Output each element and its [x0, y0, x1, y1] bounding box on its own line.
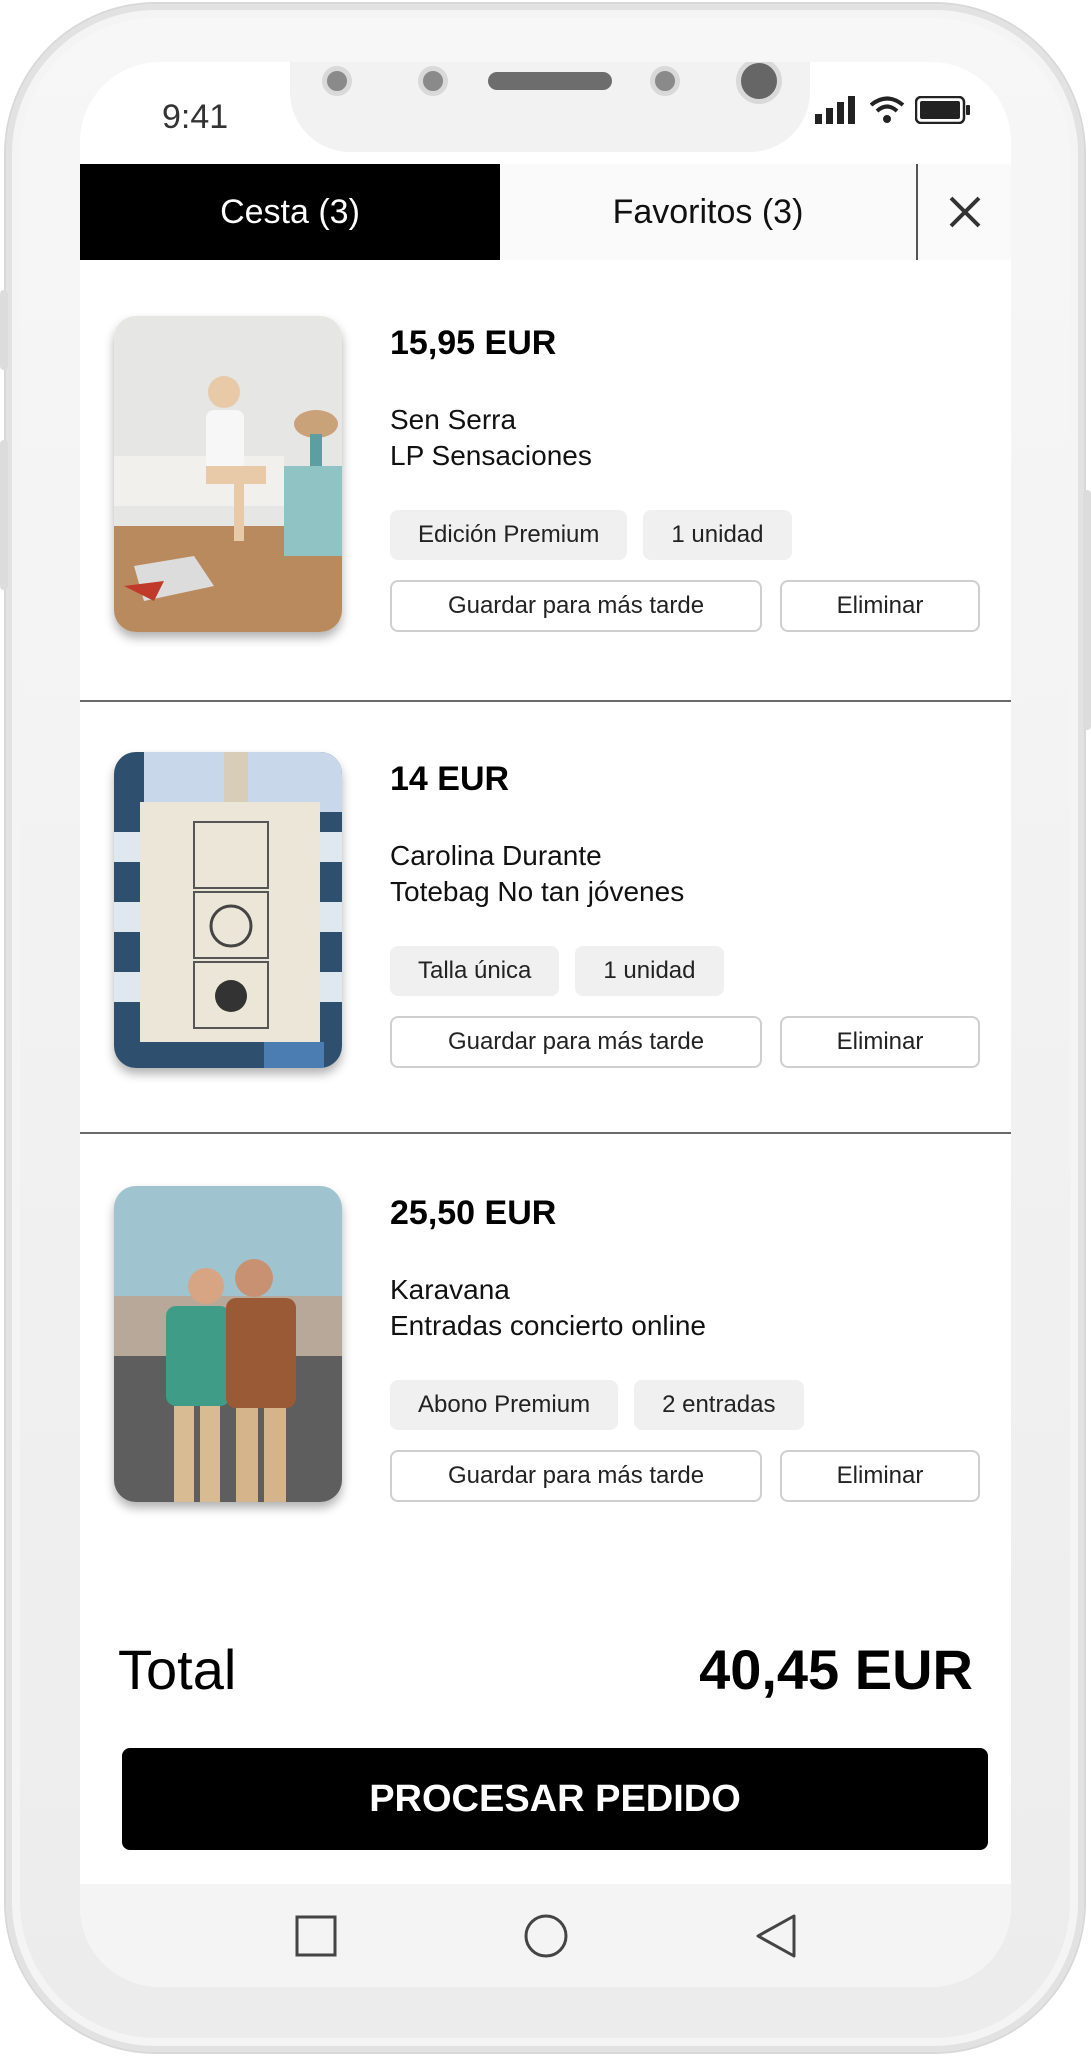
sensor-icon [650, 66, 680, 96]
save-for-later-button[interactable]: Guardar para más tarde [390, 580, 762, 632]
status-time: 9:41 [162, 98, 229, 136]
item-options: Talla única 1 unidad [390, 946, 724, 996]
side-button [0, 290, 8, 370]
tab-cart[interactable]: Cesta (3) [80, 164, 500, 260]
item-price: 25,50 EUR [390, 1194, 557, 1232]
save-for-later-button[interactable]: Guardar para más tarde [390, 1450, 762, 1502]
product-image [114, 752, 342, 1068]
divider [80, 700, 1011, 702]
side-button [1083, 490, 1091, 730]
save-for-later-button[interactable]: Guardar para más tarde [390, 1016, 762, 1068]
product-image [114, 1186, 342, 1502]
circle-icon[interactable] [516, 1906, 576, 1966]
speaker-grille [488, 72, 612, 90]
sensor-icon [322, 66, 352, 96]
delete-button[interactable]: Eliminar [780, 580, 980, 632]
item-price: 14 EUR [390, 760, 510, 798]
close-icon [949, 196, 980, 228]
item-actions: Guardar para más tarde Eliminar [390, 580, 980, 632]
product-image [114, 316, 342, 632]
checkout-button[interactable]: PROCESAR PEDIDO [122, 1748, 988, 1850]
item-actions: Guardar para más tarde Eliminar [390, 1016, 980, 1068]
item-artist: Carolina Durante [390, 840, 602, 871]
variant-chip[interactable]: Abono Premium [390, 1380, 619, 1430]
triangle-back-icon[interactable] [746, 1906, 806, 1966]
variant-chip[interactable]: Talla única [390, 946, 560, 996]
total-value: 40,45 EUR [699, 1638, 973, 1701]
item-product: Totebag No tan jóvenes [390, 876, 685, 907]
item-product: Entradas concierto online [390, 1310, 706, 1341]
front-camera-icon [736, 62, 782, 104]
wifi-icon [869, 96, 905, 123]
battery-icon [915, 96, 970, 124]
close-button[interactable] [918, 164, 1011, 260]
tab-bar: Cesta (3) Favoritos (3) [80, 164, 1011, 260]
item-artist: Karavana [390, 1274, 510, 1305]
item-actions: Guardar para más tarde Eliminar [390, 1450, 980, 1502]
system-nav-bar [80, 1884, 1011, 1987]
quantity-chip[interactable]: 2 entradas [634, 1380, 804, 1430]
status-icons [815, 96, 971, 124]
item-price: 15,95 EUR [390, 324, 557, 362]
item-options: Edición Premium 1 unidad [390, 510, 792, 560]
screen: 9:41 Cesta (3) Favoritos (3) 15,95 EUR S… [80, 62, 1011, 1987]
item-artist: Sen Serra [390, 404, 517, 435]
delete-button[interactable]: Eliminar [780, 1450, 980, 1502]
divider [80, 1132, 1011, 1134]
item-options: Abono Premium 2 entradas [390, 1380, 804, 1430]
total-label: Total [118, 1638, 237, 1701]
sensor-icon [418, 66, 448, 96]
notch [290, 62, 810, 152]
side-button [0, 440, 8, 590]
variant-chip[interactable]: Edición Premium [390, 510, 628, 560]
signal-icon [815, 96, 855, 124]
tab-favorites[interactable]: Favoritos (3) [500, 164, 918, 260]
delete-button[interactable]: Eliminar [780, 1016, 980, 1068]
item-product: LP Sensaciones [390, 440, 592, 471]
square-icon[interactable] [286, 1906, 346, 1966]
quantity-chip[interactable]: 1 unidad [575, 946, 724, 996]
quantity-chip[interactable]: 1 unidad [643, 510, 792, 560]
